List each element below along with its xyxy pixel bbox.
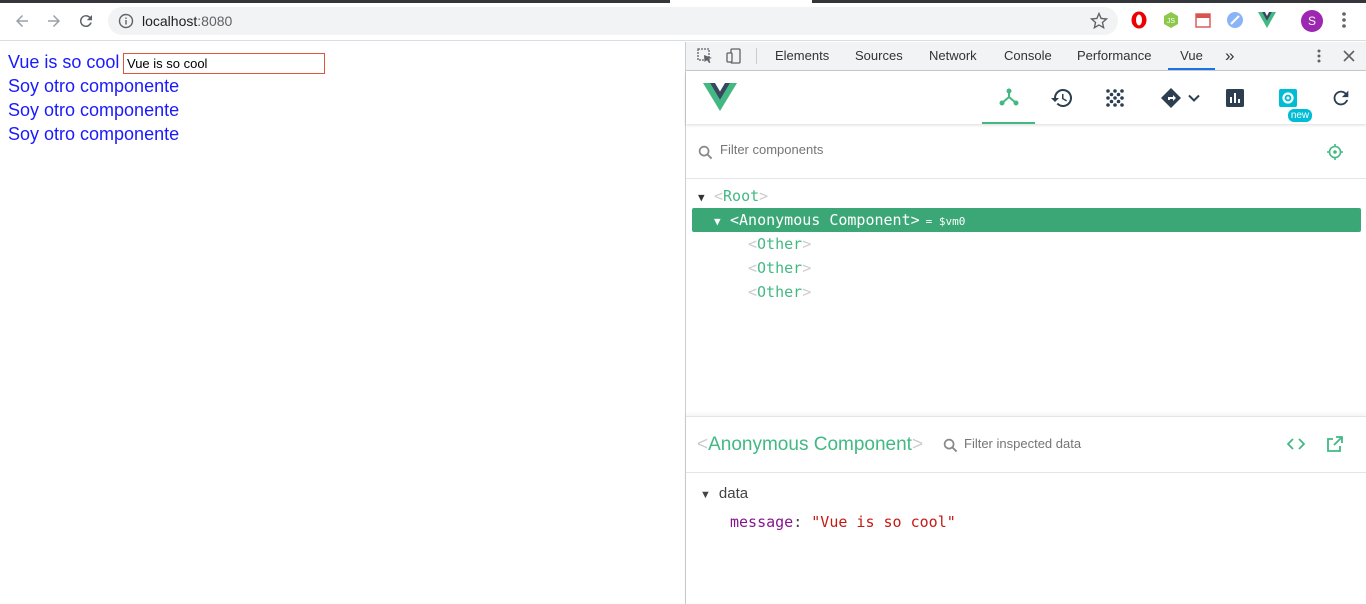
message-input[interactable] (123, 53, 325, 74)
more-tabs-button[interactable]: » (1225, 42, 1234, 70)
browser-menu-button[interactable] (1334, 10, 1354, 30)
events-icon (1105, 88, 1124, 107)
inspect-element-icon[interactable] (696, 47, 714, 65)
inspected-component-title: <Anonymous Component> (697, 434, 924, 455)
component-tree-icon (999, 88, 1018, 105)
vue-devtools-header (686, 71, 1366, 124)
refresh-button[interactable] (1314, 71, 1366, 124)
nodejs-extension-icon[interactable]: JS (1161, 10, 1181, 30)
filter-inspected-data-input[interactable] (964, 436, 1224, 451)
arrow-left-icon (16, 15, 28, 27)
other-component-line: Soy otro componente (8, 124, 180, 144)
performance-tab-button[interactable] (1208, 71, 1261, 124)
back-button[interactable] (10, 9, 34, 33)
reload-button[interactable] (74, 9, 98, 33)
settings-gear-icon (1278, 88, 1297, 107)
routing-tab-button[interactable] (1150, 71, 1210, 124)
arrow-right-icon (48, 15, 60, 27)
devtools-panel: Elements Sources Network Console Perform… (685, 42, 1366, 604)
filter-components-input[interactable] (720, 142, 1120, 157)
tree-node-selected[interactable]: ▼ <Anonymous Component> = $vm0 (692, 208, 1361, 232)
address-bar[interactable]: localhost:8080 (108, 7, 1118, 35)
message-text: Vue is so cool (8, 52, 120, 72)
component-inspector: <Anonymous Component> ▼data message: "Vu… (686, 416, 1366, 604)
data-section-header[interactable]: ▼ data (700, 485, 748, 502)
device-toolbar-icon[interactable] (725, 47, 743, 65)
forward-button[interactable] (42, 9, 66, 33)
vue-logo-icon (703, 83, 737, 116)
tree-node-child[interactable]: <Other> (748, 280, 811, 304)
tree-node-child[interactable]: <Other> (748, 256, 811, 280)
vm-ref-label: = $vm0 (925, 215, 966, 228)
history-icon (1050, 88, 1072, 107)
events-tab-button[interactable] (1088, 71, 1141, 124)
devtools-menu-icon[interactable] (1310, 47, 1328, 65)
feather-extension-icon[interactable] (1225, 10, 1245, 30)
tab-strip (0, 0, 1366, 3)
tab-console[interactable]: Console (1004, 42, 1052, 70)
refresh-icon (1333, 90, 1348, 105)
routing-diamond-icon (1161, 87, 1181, 108)
expand-caret-icon[interactable]: ▼ (698, 186, 714, 210)
search-icon (698, 145, 713, 165)
opera-extension-icon[interactable] (1129, 10, 1149, 30)
tab-network[interactable]: Network (929, 42, 977, 70)
select-component-target-icon[interactable] (1326, 143, 1344, 166)
other-component-line: Soy otro componente (8, 100, 180, 120)
url-text: localhost:8080 (142, 13, 233, 29)
search-icon (943, 438, 958, 458)
chevron-down-icon (1188, 94, 1200, 102)
page-viewport: Vue is so cool Soy otro componente Soy o… (0, 42, 685, 604)
inspect-dom-code-icon[interactable] (1286, 436, 1306, 457)
calendar-extension-icon[interactable] (1193, 10, 1213, 30)
expand-caret-icon[interactable]: ▼ (714, 210, 730, 234)
tab-sources[interactable]: Sources (855, 42, 903, 70)
tab-performance[interactable]: Performance (1077, 42, 1151, 70)
tree-node-root[interactable]: ▼ <Root> (698, 184, 768, 208)
svg-text:JS: JS (1167, 18, 1176, 25)
bar-chart-icon (1225, 88, 1244, 107)
new-badge: new (1288, 109, 1312, 122)
profile-avatar[interactable]: S (1301, 10, 1323, 32)
open-in-editor-icon[interactable] (1327, 436, 1343, 457)
other-component-line: Soy otro componente (8, 76, 180, 96)
devtools-tab-bar: Elements Sources Network Console Perform… (686, 42, 1366, 71)
info-icon[interactable] (118, 13, 134, 34)
component-filter-bar (686, 128, 1366, 179)
vuex-history-tab-button[interactable] (1035, 71, 1088, 124)
inspector-header: <Anonymous Component> (686, 417, 1366, 473)
data-property-row[interactable]: message: "Vue is so cool" (730, 513, 956, 531)
tab-elements[interactable]: Elements (775, 42, 829, 70)
close-devtools-icon[interactable] (1340, 47, 1358, 65)
tab-vue[interactable]: Vue (1168, 42, 1215, 70)
components-tab-button[interactable] (982, 71, 1035, 124)
tree-node-child[interactable]: <Other> (748, 232, 811, 256)
bookmark-star-icon[interactable] (1089, 11, 1109, 35)
browser-toolbar: localhost:8080 JS S (0, 0, 1366, 41)
reload-icon (79, 15, 92, 28)
vue-devtools-extension-icon[interactable] (1257, 10, 1277, 30)
more-vert-icon (1342, 12, 1346, 28)
expand-caret-icon[interactable]: ▼ (700, 489, 711, 501)
